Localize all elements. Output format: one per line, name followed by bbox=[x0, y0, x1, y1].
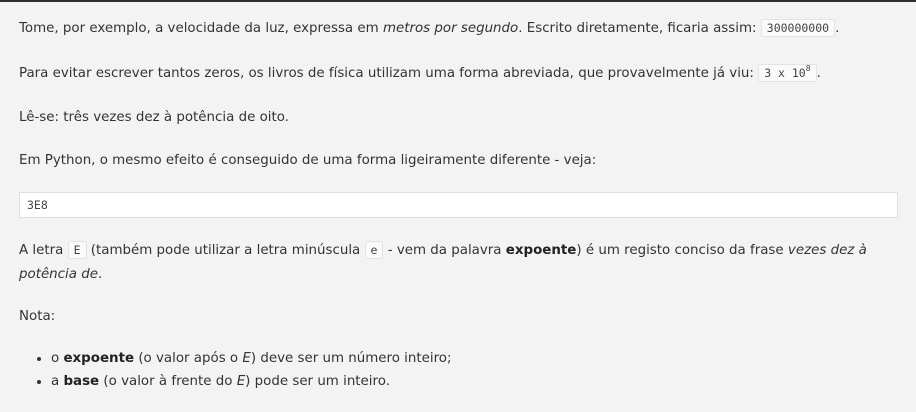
text: ) é um registo conciso da frase bbox=[576, 243, 788, 258]
inline-code: 3 x 108 bbox=[758, 64, 817, 82]
paragraph-speed-of-light: Tome, por exemplo, a velocidade da luz, … bbox=[19, 16, 898, 41]
bold-text: expoente bbox=[63, 351, 135, 366]
text: (o valor após o bbox=[134, 351, 243, 366]
emphasis-text: E bbox=[236, 374, 246, 389]
list-item: o expoente (o valor após o E) deve ser u… bbox=[51, 347, 898, 370]
code-block: 3E8 bbox=[19, 192, 898, 218]
paragraph-reading: Lê-se: três vezes dez à potência de oito… bbox=[19, 110, 289, 125]
note-list: o expoente (o valor após o E) deve ser u… bbox=[19, 347, 898, 393]
list-item: a base (o valor à frente do E) pode ser … bbox=[51, 370, 898, 393]
paragraph-letter-e: A letra E (também pode utilizar a letra … bbox=[19, 238, 898, 287]
code-base: 3 x 10 bbox=[764, 66, 806, 80]
lesson-content: Tome, por exemplo, a velocidade da luz, … bbox=[0, 2, 916, 393]
text: A letra bbox=[19, 243, 68, 258]
inline-code: E bbox=[67, 241, 87, 259]
paragraph-abbreviated-form: Para evitar escrever tantos zeros, os li… bbox=[19, 61, 898, 86]
text: Para evitar escrever tantos zeros, os li… bbox=[19, 66, 759, 81]
bold-text: base bbox=[63, 374, 100, 389]
text: . bbox=[97, 267, 103, 282]
text: . Escrito diretamente, ficaria assim: bbox=[518, 21, 761, 36]
text: (o valor à frente do bbox=[99, 374, 237, 389]
bold-text: expoente bbox=[505, 243, 577, 258]
inline-code: e bbox=[364, 241, 384, 259]
text: . bbox=[835, 21, 840, 36]
text: (também pode utilizar a letra minúscula bbox=[86, 243, 365, 258]
emphasis-text: metros por segundo bbox=[382, 21, 519, 36]
code-exponent: 8 bbox=[805, 64, 811, 73]
text: a bbox=[51, 374, 64, 389]
text: . bbox=[816, 66, 821, 81]
text: - vem da palavra bbox=[383, 243, 506, 258]
text: ) pode ser um inteiro. bbox=[245, 374, 390, 389]
inline-code: 300000000 bbox=[760, 19, 836, 37]
paragraph-note: Nota: bbox=[19, 309, 56, 324]
text: o bbox=[51, 351, 64, 366]
paragraph-python-intro: Em Python, o mesmo efeito é conseguido d… bbox=[19, 153, 597, 168]
text: Tome, por exemplo, a velocidade da luz, … bbox=[19, 21, 383, 36]
text: ) deve ser um número inteiro; bbox=[250, 351, 452, 366]
emphasis-text: E bbox=[242, 351, 251, 366]
